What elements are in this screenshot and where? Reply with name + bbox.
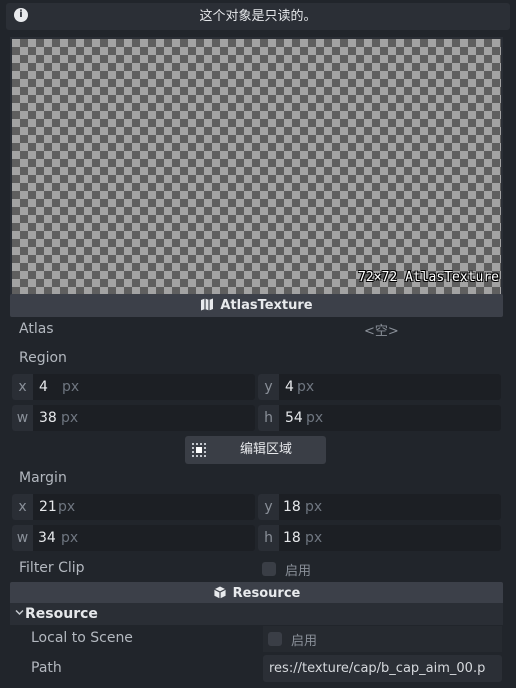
margin-label: Margin: [19, 470, 67, 486]
field-unit: px: [61, 410, 79, 426]
cube-icon: [213, 586, 226, 599]
read-only-message: 这个对象是只读的。: [199, 9, 317, 24]
preview-size-label: 72×72 AtlasTexture: [358, 270, 499, 285]
atlas-label: Atlas: [19, 321, 54, 337]
region-h-field[interactable]: h 54 px: [258, 405, 501, 431]
field-value: 18: [283, 499, 301, 515]
field-value: 34: [38, 530, 56, 546]
field-unit: px: [297, 379, 315, 395]
map-icon: [201, 298, 214, 311]
axis-label: y: [258, 374, 279, 400]
local-to-scene-enable-label[interactable]: 启用: [291, 630, 317, 649]
resource-group-title[interactable]: Resource: [25, 603, 98, 625]
field-unit: px: [306, 410, 324, 426]
field-value: 4: [39, 379, 48, 395]
field-value: 4: [285, 379, 294, 395]
region-y-field[interactable]: y 4 px: [258, 374, 501, 400]
chevron-down-icon[interactable]: [15, 608, 24, 617]
region-edit-icon: [192, 443, 206, 457]
margin-x-field[interactable]: x 21 px: [12, 494, 255, 520]
region-label: Region: [19, 350, 67, 366]
field-unit: px: [62, 379, 80, 395]
edit-region-button[interactable]: 编辑区域: [185, 436, 326, 464]
edit-region-label: 编辑区域: [240, 442, 293, 457]
resource-section-title: Resource: [232, 586, 301, 601]
field-unit: px: [305, 530, 323, 546]
path-label: Path: [31, 660, 62, 676]
resource-section-header[interactable]: Resource: [10, 582, 503, 605]
margin-w-field[interactable]: w 34 px: [12, 525, 255, 551]
axis-label: w: [12, 405, 33, 431]
field-value: 21: [39, 499, 57, 515]
margin-y-field[interactable]: y 18 px: [258, 494, 501, 520]
field-value: 38: [39, 410, 57, 426]
filter-clip-enable-label[interactable]: 启用: [285, 560, 311, 579]
path-field[interactable]: res://texture/cap/b_cap_aim_00.p: [263, 655, 502, 682]
texture-preview: [12, 39, 501, 294]
axis-label: x: [12, 374, 33, 400]
local-to-scene-checkbox[interactable]: [268, 632, 282, 646]
margin-h-field[interactable]: h 18 px: [258, 525, 501, 551]
read-only-banner: 这个对象是只读的。 i: [6, 3, 510, 30]
axis-label: x: [12, 494, 33, 520]
info-icon: i: [14, 8, 28, 22]
field-value: 54: [285, 410, 303, 426]
atlastexture-section-header[interactable]: AtlasTexture: [10, 294, 503, 317]
filter-clip-label: Filter Clip: [19, 560, 85, 576]
filter-clip-checkbox[interactable]: [262, 562, 276, 576]
section-title: AtlasTexture: [220, 298, 313, 313]
field-unit: px: [305, 499, 323, 515]
field-unit: px: [58, 499, 76, 515]
field-unit: px: [61, 530, 79, 546]
atlas-resource-picker[interactable]: <空>: [364, 320, 399, 339]
axis-label: w: [12, 525, 33, 551]
field-value: 18: [283, 530, 301, 546]
region-x-field[interactable]: x 4 px: [12, 374, 255, 400]
region-w-field[interactable]: w 38 px: [12, 405, 255, 431]
local-to-scene-label: Local to Scene: [31, 630, 133, 646]
axis-label: h: [258, 405, 279, 431]
axis-label: y: [258, 494, 279, 520]
axis-label: h: [258, 525, 279, 551]
